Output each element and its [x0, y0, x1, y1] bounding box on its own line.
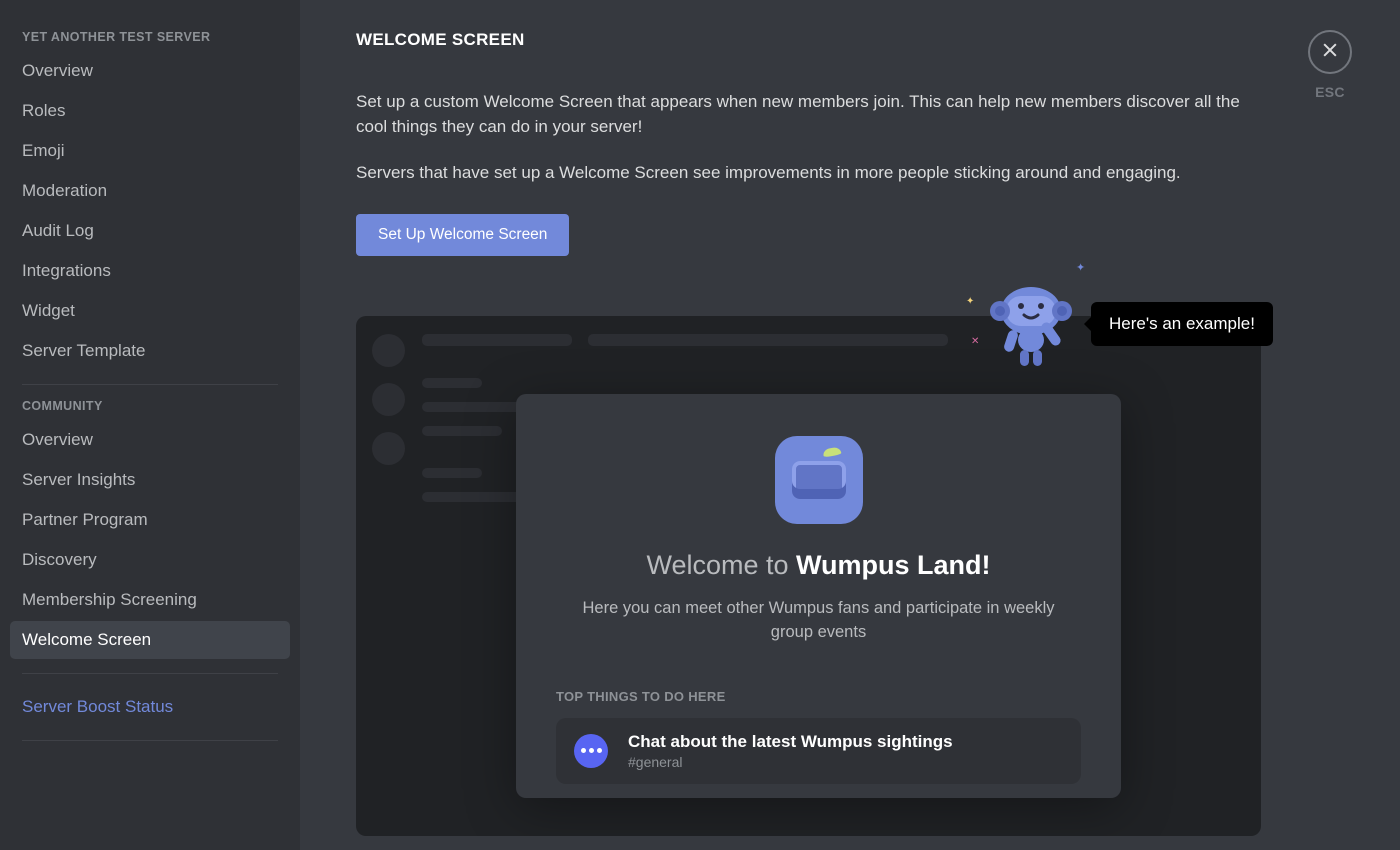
sidebar-item-welcome-screen[interactable]: Welcome Screen — [10, 621, 290, 659]
welcome-title-prefix: Welcome to — [646, 550, 796, 580]
close-icon — [1320, 40, 1340, 65]
welcome-subtitle: Here you can meet other Wumpus fans and … — [556, 597, 1081, 645]
setup-welcome-screen-button[interactable]: Set Up Welcome Screen — [356, 214, 569, 256]
sidebar-item-emoji[interactable]: Emoji — [10, 132, 290, 170]
app-root: YET ANOTHER TEST SERVER OverviewRolesEmo… — [0, 0, 1400, 850]
sparkle-icon: ✦ — [966, 296, 974, 307]
sidebar-separator — [22, 384, 278, 385]
placeholder-bar — [422, 426, 502, 436]
sparkle-icon: ✦ — [1076, 261, 1085, 274]
sidebar-item-overview[interactable]: Overview — [10, 52, 290, 90]
sidebar-separator — [22, 673, 278, 674]
placeholder-bar — [588, 334, 948, 346]
close-area: ESC — [1308, 30, 1352, 100]
description-paragraph-2: Servers that have set up a Welcome Scree… — [356, 161, 1266, 186]
placeholder-circle — [372, 334, 405, 367]
welcome-channel-text: Chat about the latest Wumpus sightings #g… — [628, 732, 953, 770]
welcome-title-server-name: Wumpus Land! — [796, 550, 990, 580]
page-title: WELCOME SCREEN — [356, 30, 1344, 50]
placeholder-bar — [422, 334, 572, 346]
preview-background: Welcome to Wumpus Land! Here you can mee… — [356, 316, 1261, 836]
placeholder-circle — [372, 432, 405, 465]
sidebar-heading-server: YET ANOTHER TEST SERVER — [10, 30, 290, 52]
sidebar-item-community-overview[interactable]: Overview — [10, 421, 290, 459]
welcome-title: Welcome to Wumpus Land! — [556, 550, 1081, 581]
sidebar-item-discovery[interactable]: Discovery — [10, 541, 290, 579]
sidebar-item-audit-log[interactable]: Audit Log — [10, 212, 290, 250]
welcome-card: Welcome to Wumpus Land! Here you can mee… — [516, 394, 1121, 798]
placeholder-bar — [422, 378, 482, 388]
sidebar-item-integrations[interactable]: Integrations — [10, 252, 290, 290]
welcome-channel-name: #general — [628, 754, 953, 770]
sidebar-separator — [22, 740, 278, 741]
sidebar-item-server-template[interactable]: Server Template — [10, 332, 290, 370]
content-area: ESC WELCOME SCREEN Set up a custom Welco… — [300, 0, 1400, 850]
top-things-heading: TOP THINGS TO DO HERE — [556, 689, 1081, 704]
close-label: ESC — [1308, 84, 1352, 100]
placeholder-circle — [372, 383, 405, 416]
sidebar-item-roles[interactable]: Roles — [10, 92, 290, 130]
sidebar-item-server-boost-status[interactable]: Server Boost Status — [10, 688, 290, 726]
sidebar-item-server-insights[interactable]: Server Insights — [10, 461, 290, 499]
welcome-channel-title: Chat about the latest Wumpus sightings — [628, 732, 953, 752]
chat-bubble-icon — [574, 734, 608, 768]
sidebar-heading-community: COMMUNITY — [10, 399, 290, 421]
sidebar-item-moderation[interactable]: Moderation — [10, 172, 290, 210]
sidebar-item-membership-screening[interactable]: Membership Screening — [10, 581, 290, 619]
description-paragraph-1: Set up a custom Welcome Screen that appe… — [356, 90, 1266, 139]
preview-server-column — [372, 334, 412, 481]
preview-chat-column — [588, 334, 988, 360]
welcome-channel-card[interactable]: Chat about the latest Wumpus sightings #g… — [556, 718, 1081, 784]
example-preview: Welcome to Wumpus Land! Here you can mee… — [356, 316, 1344, 836]
placeholder-bar — [422, 468, 482, 478]
sidebar-item-partner-program[interactable]: Partner Program — [10, 501, 290, 539]
settings-sidebar: YET ANOTHER TEST SERVER OverviewRolesEmo… — [0, 0, 300, 850]
close-button[interactable] — [1308, 30, 1352, 74]
sidebar-item-widget[interactable]: Widget — [10, 292, 290, 330]
placeholder-bar — [422, 492, 522, 502]
server-icon — [775, 436, 863, 524]
example-tooltip: Here's an example! — [1091, 302, 1273, 346]
